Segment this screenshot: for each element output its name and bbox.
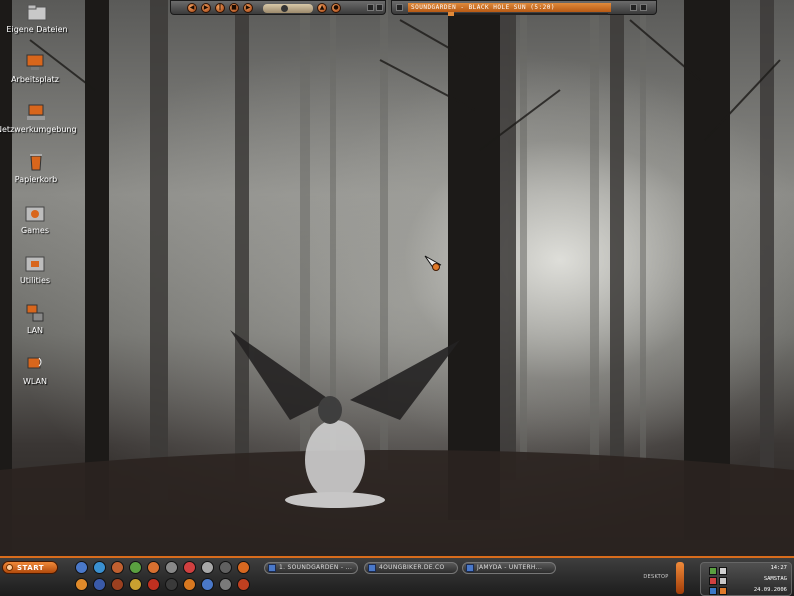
desktop-icon-label: Games — [21, 226, 49, 235]
system-tray: 14:27 SAMSTAG 24.09.2006 — [700, 562, 792, 596]
network-icon — [26, 102, 46, 122]
now-playing-text: SOUNDGARDEN - BLACK HOLE SUN (5:20) — [408, 3, 611, 12]
desktop-wallpaper — [0, 0, 794, 556]
ql-icon-16[interactable] — [165, 578, 178, 591]
task-label: JAMYDA - UNTERH... — [477, 564, 543, 571]
ql-firefox-icon[interactable] — [111, 561, 124, 574]
ql-browser-icon[interactable] — [93, 561, 106, 574]
utilities-folder-icon — [25, 253, 45, 273]
ql-settings-icon[interactable] — [201, 561, 214, 574]
mouse-cursor-icon — [424, 255, 444, 279]
wlan-icon — [25, 354, 45, 374]
task-label: 4OUNGBIKER.DE.CO — [379, 564, 445, 571]
winamp-icon — [268, 564, 276, 572]
ql-icon-11[interactable] — [75, 578, 88, 591]
shade-button[interactable] — [630, 4, 637, 11]
chat-icon — [466, 564, 474, 572]
tray-volume-icon[interactable] — [719, 567, 727, 575]
desktop-icon-utilities[interactable]: Utilities — [0, 253, 75, 286]
taskbar: START 1. SOUNDGARDEN - ... 4OUNGBIKER.DE… — [0, 556, 794, 596]
play-icon: ▶ — [203, 4, 209, 11]
ql-icon-17[interactable] — [183, 578, 196, 591]
desktop-icon-eigene-dateien[interactable]: Eigene Dateien — [0, 2, 77, 35]
tray-messenger-icon[interactable] — [709, 587, 717, 595]
ql-icon-14[interactable] — [129, 578, 142, 591]
task-button-jamyda[interactable]: JAMYDA - UNTERH... — [462, 562, 556, 574]
prev-icon: ◀ — [189, 4, 195, 11]
ql-network-icon[interactable] — [219, 561, 232, 574]
ql-icon-18[interactable] — [201, 578, 214, 591]
prev-button[interactable]: ◀ — [187, 3, 197, 13]
lan-icon — [25, 303, 45, 323]
desktop-icon-wlan[interactable]: WLAN — [0, 354, 75, 387]
desktop-icon-label: LAN — [26, 326, 44, 335]
start-button[interactable]: START — [2, 561, 58, 574]
games-folder-icon — [25, 203, 45, 223]
ql-tool-icon[interactable] — [183, 561, 196, 574]
forest-scene — [0, 0, 794, 556]
next-icon: ▶ — [245, 4, 251, 11]
task-button-youngbiker[interactable]: 4OUNGBIKER.DE.CO — [364, 562, 458, 574]
browser-icon — [368, 564, 376, 572]
desktop-icon-netzwerkumgebung[interactable]: Netzwerkumgebung — [0, 102, 77, 135]
ql-icon-15[interactable] — [147, 578, 160, 591]
desktop-icon-lan[interactable]: LAN — [0, 303, 75, 336]
desktop-icon-label: Utilities — [19, 276, 51, 285]
media-player-controls: ◀ ▶ ‖ ■ ▶ ▲ ● — [170, 0, 386, 15]
recycle-bin-icon — [26, 152, 46, 172]
taskbar-handle[interactable] — [676, 562, 684, 594]
seek-handle[interactable] — [448, 12, 454, 16]
clock-day: SAMSTAG — [763, 576, 787, 582]
folder-icon — [27, 2, 47, 22]
pause-icon: ‖ — [218, 4, 222, 11]
start-icon — [6, 564, 13, 571]
desktop-icon-papierkorb[interactable]: Papierkorb — [0, 152, 76, 185]
song-close-button[interactable] — [640, 4, 647, 11]
minimize-button[interactable] — [367, 4, 374, 11]
ql-icon-20[interactable] — [237, 578, 250, 591]
computer-icon — [25, 52, 45, 72]
desktop-icon-label: Arbeitsplatz — [11, 75, 59, 84]
tray-update-icon[interactable] — [719, 587, 727, 595]
shuffle-button[interactable]: ● — [331, 3, 341, 13]
start-label: START — [17, 564, 45, 572]
clock-date: 24.09.2006 — [753, 587, 787, 593]
ql-icon-12[interactable] — [93, 578, 106, 591]
eject-icon: ▲ — [319, 4, 325, 11]
pause-button[interactable]: ‖ — [215, 3, 225, 13]
shuffle-icon: ● — [333, 4, 339, 11]
clock-time[interactable]: 14:27 — [770, 565, 787, 572]
close-button[interactable] — [376, 4, 383, 11]
ql-player-icon[interactable] — [237, 561, 250, 574]
tray-security-icon[interactable] — [709, 577, 717, 585]
volume-knob[interactable] — [281, 5, 288, 12]
ql-icon-19[interactable] — [219, 578, 232, 591]
tray-app-icon[interactable] — [719, 577, 727, 585]
volume-slider[interactable] — [263, 4, 313, 13]
desktop-icon-arbeitsplatz[interactable]: Arbeitsplatz — [0, 52, 75, 85]
stop-button[interactable]: ■ — [229, 3, 239, 13]
playlist-toggle-button[interactable] — [396, 4, 403, 11]
ql-app-icon[interactable] — [165, 561, 178, 574]
desktop-icon-label: Papierkorb — [14, 175, 58, 184]
tray-network-icon[interactable] — [709, 567, 717, 575]
desktop-icon-games[interactable]: Games — [0, 203, 75, 236]
stop-icon: ■ — [231, 4, 237, 11]
seek-bar[interactable] — [408, 12, 608, 16]
task-button-soundgarden[interactable]: 1. SOUNDGARDEN - ... — [264, 562, 358, 574]
eject-button[interactable]: ▲ — [317, 3, 327, 13]
desktop-icon-label: WLAN — [22, 377, 47, 386]
next-button[interactable]: ▶ — [243, 3, 253, 13]
desktop-icon-label: Netzwerkumgebung — [0, 125, 77, 134]
show-desktop-button[interactable]: DESKTOP — [640, 562, 672, 592]
task-label: 1. SOUNDGARDEN - ... — [279, 564, 353, 571]
ql-ie-icon[interactable] — [75, 561, 88, 574]
now-playing-display: SOUNDGARDEN - BLACK HOLE SUN (5:20) — [391, 0, 657, 16]
ql-media-icon[interactable] — [147, 561, 160, 574]
ql-icon-13[interactable] — [111, 578, 124, 591]
desktop-icon-label: Eigene Dateien — [6, 25, 68, 34]
play-button[interactable]: ▶ — [201, 3, 211, 13]
ql-messenger-icon[interactable] — [129, 561, 142, 574]
